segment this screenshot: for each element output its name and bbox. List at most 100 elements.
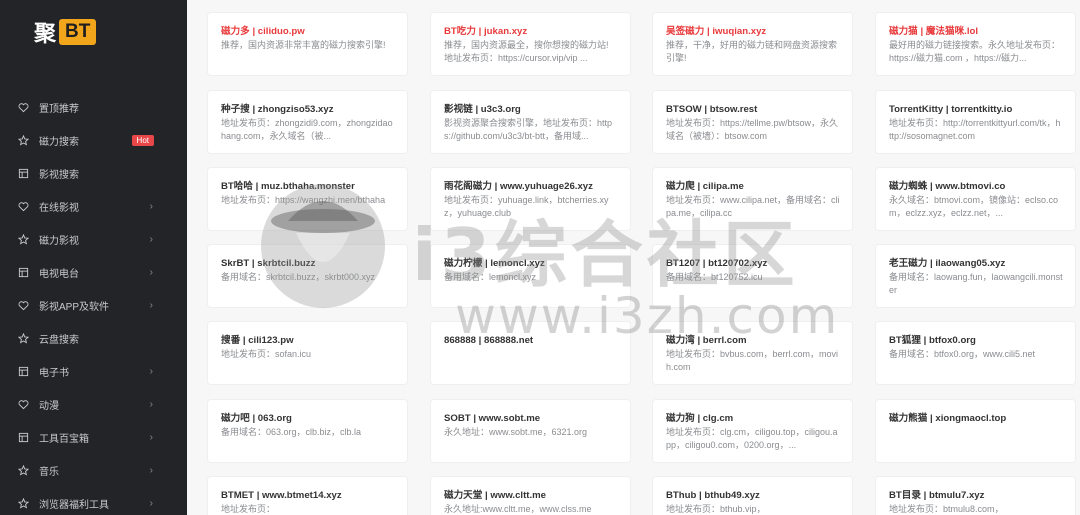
- site-card[interactable]: 雨花阁磁力 | www.yuhuage26.xyz 地址发布页：yuhuage.l…: [431, 168, 630, 230]
- site-card-title: 老王磁力 | ilaowang05.xyz: [889, 258, 1006, 269]
- chevron-right-icon: ›: [149, 201, 153, 212]
- heart-icon: [17, 399, 29, 411]
- chevron-right-icon: ›: [149, 300, 153, 311]
- sidebar-item-5[interactable]: 电视电台 ›: [0, 256, 187, 289]
- site-card[interactable]: 磁力吧 | 063.org 备用域名：063.org，clb.biz，clb.la: [208, 400, 407, 462]
- site-card[interactable]: BTSOW | btsow.rest 地址发布页：https://tellme.p…: [653, 91, 852, 153]
- sidebar-item-6[interactable]: 影视APP及软件 ›: [0, 289, 187, 322]
- site-card[interactable]: 老王磁力 | ilaowang05.xyz 备用域名：laowang.fun，la…: [876, 245, 1075, 307]
- bars-icon: [17, 168, 29, 180]
- sidebar-item-label: 浏览器福利工具: [39, 500, 109, 511]
- site-card-description: 地址发布页：sofan.icu: [221, 349, 312, 359]
- sidebar-item-3[interactable]: 在线影视 ›: [0, 190, 187, 223]
- site-card[interactable]: BThub | bthub49.xyz 地址发布页：bthub.vip，: [653, 477, 852, 515]
- site-card-title: SkrBT | skrbtcil.buzz: [221, 258, 316, 269]
- sidebar-nav: 置顶推荐 磁力搜索 Hot 影视搜索 在线影视 › 磁力影视 › 电视电台 › 影视APP及软件 › 云…: [0, 91, 187, 515]
- sidebar-item-label: 工具百宝箱: [39, 434, 89, 445]
- site-card-title: BT目录 | btmulu7.xyz: [889, 490, 985, 501]
- site-card-title: BTSOW | btsow.rest: [666, 104, 758, 115]
- site-card-description: 备用域名：063.org，clb.biz，clb.la: [221, 427, 362, 437]
- logo-badge: BT: [59, 19, 97, 45]
- site-card[interactable]: BT哈哈 | muz.bthaha.monster 地址发布页：https://w…: [208, 168, 407, 230]
- site-card[interactable]: 磁力狗 | clg.cm 地址发布页：clg.cm，ciligou.top，cil…: [653, 400, 852, 462]
- site-card[interactable]: SkrBT | skrbtcil.buzz 备用域名：skrbtcil.buzz，…: [208, 245, 407, 307]
- site-card-description: 永久域名：btmovi.com，镜像站：eclso.com，eclzz.xyz，…: [889, 195, 1059, 218]
- site-card[interactable]: 磁力天堂 | www.cltt.me 永久地址:www.cltt.me，www.c…: [431, 477, 630, 515]
- sidebar-item-12[interactable]: 浏览器福利工具 ›: [0, 487, 187, 515]
- site-card-title: 磁力熊猫 | xiongmaocl.top: [889, 413, 1007, 424]
- heart-icon: [17, 201, 29, 213]
- site-card[interactable]: BT1207 | bt120702.xyz 备用域名：bt120752.icu: [653, 245, 852, 307]
- site-card-description: 地址发布页：bthub.vip，: [666, 504, 766, 514]
- site-card-description: 地址发布页：clg.cm，ciligou.top，ciligou.app，cil…: [666, 427, 838, 450]
- sidebar-item-0[interactable]: 置顶推荐: [0, 91, 187, 124]
- site-card[interactable]: 种子搜 | zhongziso53.xyz 地址发布页：zhongzidi9.co…: [208, 91, 407, 153]
- site-card-title: 868888 | 868888.net: [444, 335, 534, 346]
- site-card[interactable]: 磁力猫 | 魔法猫咪.lol 最好用的磁力链接搜索。永久地址发布页：https:/…: [876, 13, 1075, 75]
- site-card[interactable]: 磁力湾 | berrl.com 地址发布页：bvbus.com，berrl.com…: [653, 322, 852, 384]
- sidebar-item-label: 磁力搜索: [39, 137, 79, 148]
- site-card-title: SOBT | www.sobt.me: [444, 413, 541, 424]
- site-card-description: 地址发布页：: [221, 504, 276, 514]
- site-logo[interactable]: 聚 BT: [34, 16, 97, 48]
- bars-icon: [17, 366, 29, 378]
- sidebar-item-1[interactable]: 磁力搜索 Hot: [0, 124, 187, 157]
- heart-icon: [17, 300, 29, 312]
- sidebar-item-label: 电视电台: [39, 269, 79, 280]
- sidebar-item-7[interactable]: 云盘搜索: [0, 322, 187, 355]
- star-icon: [17, 465, 29, 477]
- sidebar-item-label: 音乐: [39, 467, 59, 478]
- site-card[interactable]: BTMET | www.btmet14.xyz 地址发布页：: [208, 477, 407, 515]
- site-card-title: BTMET | www.btmet14.xyz: [221, 490, 342, 501]
- site-card-title: 磁力柠檬 | lemoncl.xyz: [444, 258, 545, 269]
- site-card[interactable]: 搜番 | cili123.pw 地址发布页：sofan.icu: [208, 322, 407, 384]
- chevron-right-icon: ›: [149, 432, 153, 443]
- chevron-right-icon: ›: [149, 399, 153, 410]
- site-card-description: 备用域名：btfox0.org，www.cili5.net: [889, 349, 1036, 359]
- site-card-description: 永久地址：www.sobt.me，6321.org: [444, 427, 588, 437]
- sidebar-item-11[interactable]: 音乐 ›: [0, 454, 187, 487]
- site-card-title: 雨花阁磁力 | www.yuhuage26.xyz: [444, 181, 593, 192]
- site-card-title: 搜番 | cili123.pw: [221, 335, 294, 346]
- site-card-title: BT狐狸 | btfox0.org: [889, 335, 976, 346]
- site-card-description: 地址发布页：http://torrentkittyurl.com/tk，http…: [889, 118, 1061, 141]
- site-card[interactable]: BT目录 | btmulu7.xyz 地址发布页：btmulu8.com，: [876, 477, 1075, 515]
- site-card-description: 备用域名：skrbtcil.buzz，skrbt000.xyz: [221, 272, 376, 282]
- sidebar-item-4[interactable]: 磁力影视 ›: [0, 223, 187, 256]
- site-card-description: 推荐，干净，好用的磁力链和网盘资源搜索引擎!: [666, 40, 838, 63]
- site-card-title: 磁力吧 | 063.org: [221, 413, 292, 424]
- site-card[interactable]: 磁力爬 | cilipa.me 地址发布页：www.cilipa.net，备用域名…: [653, 168, 852, 230]
- site-card-description: 地址发布页：https://wangzhi.men/bthaha: [221, 195, 386, 205]
- site-card[interactable]: 磁力多 | ciliduo.pw 推荐，国内资源非常丰富的磁力搜索引擎!: [208, 13, 407, 75]
- chevron-right-icon: ›: [149, 234, 153, 245]
- site-card[interactable]: 868888 | 868888.net: [431, 322, 630, 384]
- site-card[interactable]: TorrentKitty | torrentkitty.io 地址发布页：http…: [876, 91, 1075, 153]
- bars-icon: [17, 267, 29, 279]
- sidebar-item-8[interactable]: 电子书 ›: [0, 355, 187, 388]
- site-card-description: 影视资源聚合搜索引擎，地址发布页：https://github.com/u3c3…: [444, 118, 613, 141]
- site-card[interactable]: 磁力蜘蛛 | www.btmovi.co 永久域名：btmovi.com，镜像站：…: [876, 168, 1075, 230]
- site-card[interactable]: 磁力柠檬 | lemoncl.xyz 备用域名：lemoncl.xyz: [431, 245, 630, 307]
- site-card[interactable]: 磁力熊猫 | xiongmaocl.top: [876, 400, 1075, 462]
- site-card-description: 永久地址:www.cltt.me，www.clss.me: [444, 504, 592, 514]
- site-card-title: 磁力爬 | cilipa.me: [666, 181, 744, 192]
- site-card-description: 推荐，国内资源最全，搜你想搜的磁力站! 地址发布页：https://cursor…: [444, 40, 609, 63]
- site-card[interactable]: BT狐狸 | btfox0.org 备用域名：btfox0.org，www.cil…: [876, 322, 1075, 384]
- sidebar-item-label: 影视搜索: [39, 170, 79, 181]
- sidebar-item-label: 在线影视: [39, 203, 79, 214]
- site-card-description: 地址发布页：bvbus.com，berrl.com，movih.com: [666, 349, 839, 372]
- site-card-description: 地址发布页：yuhuage.link，btcherries.xyz，yuhuag…: [444, 195, 609, 218]
- star-icon: [17, 333, 29, 345]
- site-card-title: 磁力蜘蛛 | www.btmovi.co: [889, 181, 1006, 192]
- site-card[interactable]: BT吃力 | jukan.xyz 推荐，国内资源最全，搜你想搜的磁力站! 地址发布…: [431, 13, 630, 75]
- site-card-description: 地址发布页：www.cilipa.net，备用域名：clipa.me，cilip…: [666, 195, 840, 218]
- sidebar-item-label: 动漫: [39, 401, 59, 412]
- site-card-description: 最好用的磁力链接搜索。永久地址发布页：https://磁力猫.com ，http…: [889, 40, 1061, 63]
- site-card[interactable]: 影视链 | u3c3.org 影视资源聚合搜索引擎，地址发布页：https://g…: [431, 91, 630, 153]
- sidebar-item-9[interactable]: 动漫 ›: [0, 388, 187, 421]
- site-card[interactable]: 吴签磁力 | iwuqian.xyz 推荐，干净，好用的磁力链和网盘资源搜索引擎!: [653, 13, 852, 75]
- sidebar-item-10[interactable]: 工具百宝箱 ›: [0, 421, 187, 454]
- site-card-title: 磁力狗 | clg.cm: [666, 413, 734, 424]
- site-card[interactable]: SOBT | www.sobt.me 永久地址：www.sobt.me，6321.…: [431, 400, 630, 462]
- sidebar-item-2[interactable]: 影视搜索: [0, 157, 187, 190]
